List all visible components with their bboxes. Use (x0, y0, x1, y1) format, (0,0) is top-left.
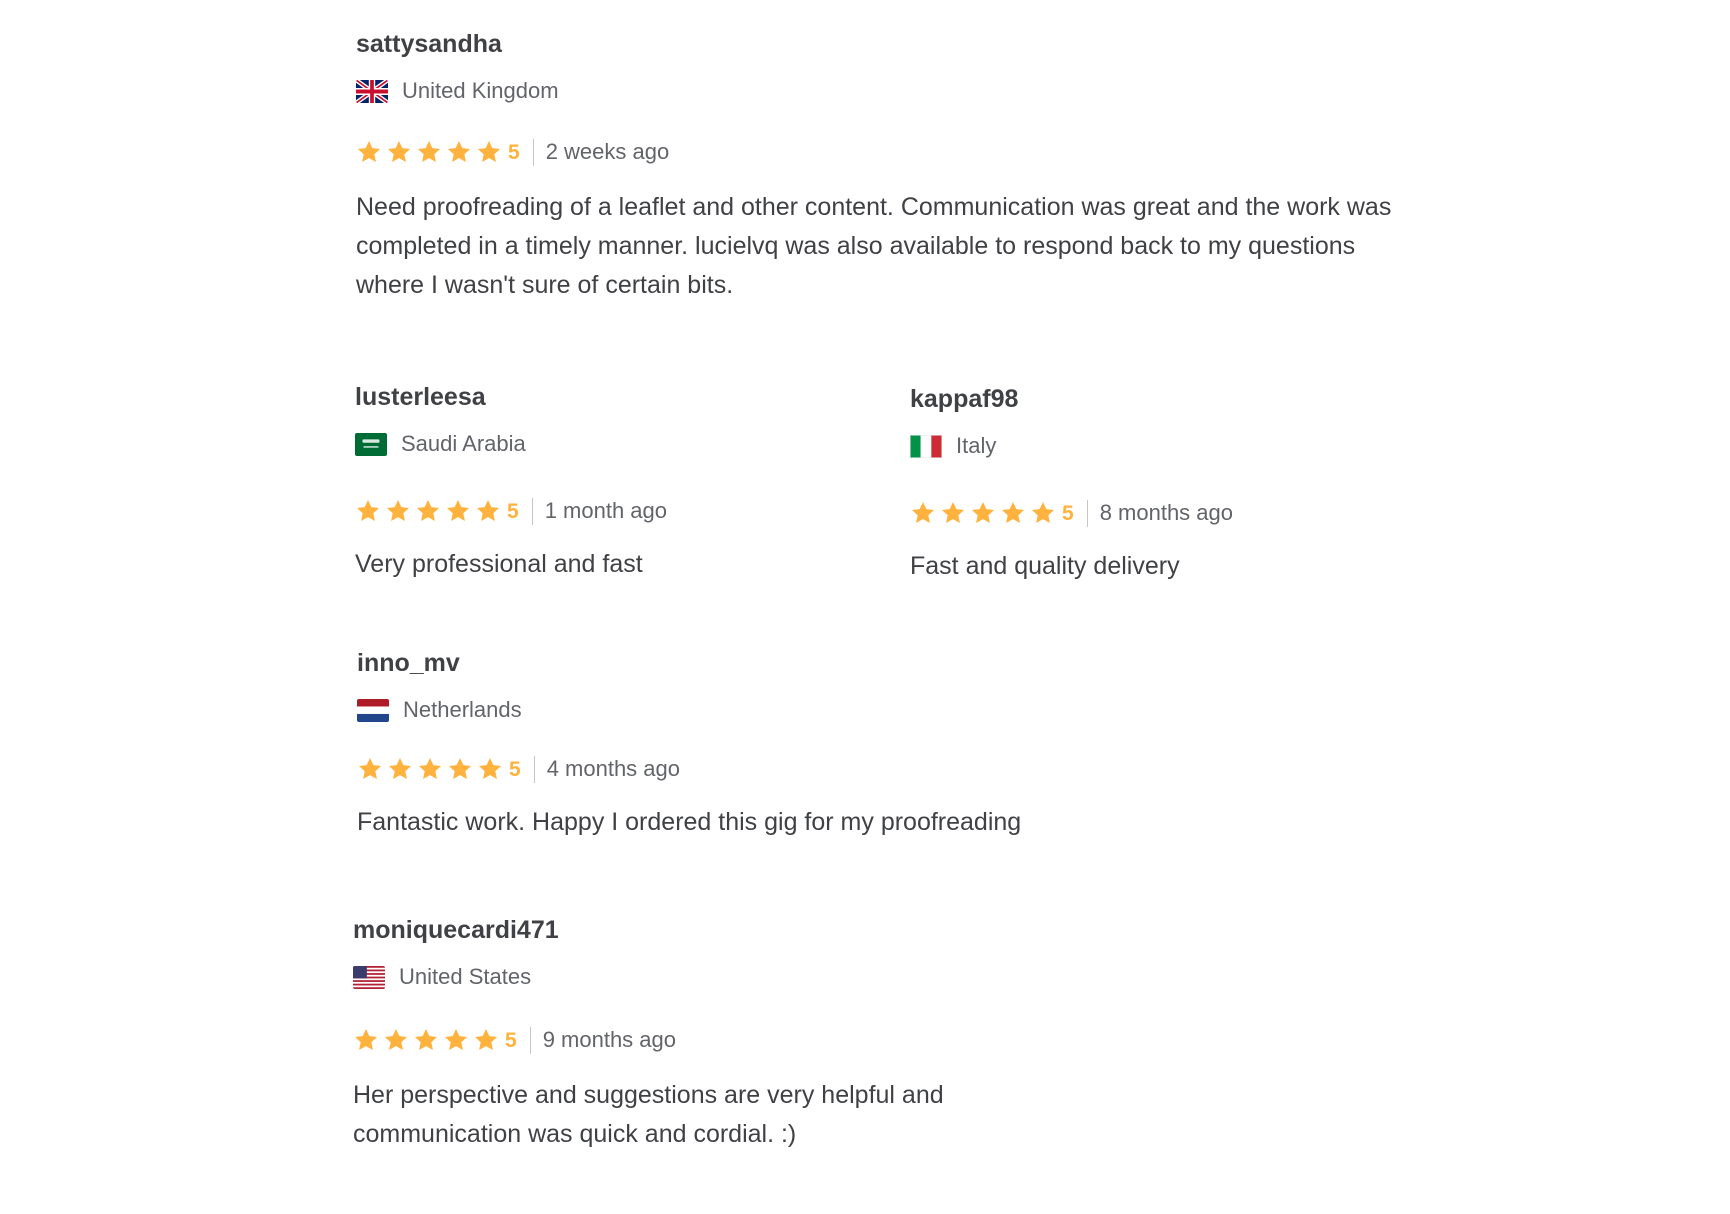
star-icon (910, 500, 936, 526)
star-icon (940, 500, 966, 526)
star-icon (1030, 500, 1056, 526)
reviewer-username[interactable]: moniquecardi471 (353, 918, 1423, 943)
usa-flag-icon (353, 965, 385, 989)
star-icon (357, 756, 383, 782)
country-name: Italy (956, 433, 997, 458)
reviewer-username[interactable]: kappaf98 (910, 387, 1430, 412)
divider (531, 497, 533, 525)
rating-score: 5 (505, 1028, 517, 1052)
saudi-arabia-flag-icon (355, 432, 387, 456)
country-name: Saudi Arabia (401, 431, 526, 456)
star-icon (473, 1027, 499, 1053)
star-rating (353, 1027, 503, 1053)
rating-score: 5 (508, 140, 520, 164)
review-time: 4 months ago (546, 756, 680, 781)
rating-score: 5 (507, 499, 519, 523)
star-icon (415, 498, 441, 524)
star-icon (383, 1027, 409, 1053)
star-icon (386, 139, 412, 165)
star-icon (476, 139, 502, 165)
review-card: sattysandha United Kingdom 5 2 weeks ago… (356, 32, 1426, 305)
reviewer-country: Netherlands (357, 697, 1427, 723)
divider (1086, 499, 1088, 527)
review-time: 9 months ago (542, 1027, 676, 1052)
star-icon (475, 498, 501, 524)
review-time: 2 weeks ago (545, 139, 670, 164)
rating-row: 5 9 months ago (353, 1026, 1423, 1054)
star-icon (1000, 500, 1026, 526)
reviewer-country: Saudi Arabia (355, 431, 875, 457)
star-icon (447, 756, 473, 782)
review-text: Fantastic work. Happy I ordered this gig… (357, 808, 1022, 836)
rating-score: 5 (1062, 501, 1074, 525)
review-text: Need proofreading of a leaflet and other… (356, 193, 1392, 299)
review-card: lusterleesa Saudi Arabia 5 1 month ago V… (355, 385, 875, 584)
star-icon (385, 498, 411, 524)
star-icon (417, 756, 443, 782)
star-rating (356, 139, 506, 165)
review-time: 8 months ago (1099, 500, 1233, 525)
rating-row: 5 8 months ago (910, 499, 1430, 527)
star-icon (387, 756, 413, 782)
review-card: moniquecardi471 United States 5 9 months… (353, 918, 1423, 1154)
rating-row: 5 4 months ago (357, 755, 1427, 783)
review-text: Her perspective and suggestions are very… (353, 1081, 944, 1148)
country-name: United States (399, 964, 532, 989)
review-text: Very professional and fast (355, 550, 643, 578)
star-icon (443, 1027, 469, 1053)
review-text: Fast and quality delivery (910, 552, 1180, 580)
star-icon (970, 500, 996, 526)
reviewer-country: United Kingdom (356, 78, 1426, 104)
star-icon (445, 498, 471, 524)
star-icon (353, 1027, 379, 1053)
star-rating (355, 498, 505, 524)
star-icon (356, 139, 382, 165)
star-icon (446, 139, 472, 165)
divider (532, 138, 534, 166)
star-icon (477, 756, 503, 782)
reviewer-country: United States (353, 964, 1423, 990)
italy-flag-icon (910, 434, 942, 458)
reviewer-username[interactable]: sattysandha (356, 32, 1426, 57)
reviewer-country: Italy (910, 433, 1430, 459)
star-rating (357, 756, 507, 782)
star-icon (355, 498, 381, 524)
star-icon (413, 1027, 439, 1053)
reviewer-username[interactable]: lusterleesa (355, 385, 875, 410)
review-time: 1 month ago (544, 498, 667, 523)
uk-flag-icon (356, 79, 388, 103)
reviewer-username[interactable]: inno_mv (357, 651, 1427, 676)
review-card: kappaf98 Italy 5 8 months ago Fast and q… (910, 387, 1430, 586)
divider (533, 755, 535, 783)
divider (529, 1026, 531, 1054)
review-card: inno_mv Netherlands 5 4 months ago Fanta… (357, 651, 1427, 842)
rating-row: 5 1 month ago (355, 497, 875, 525)
country-name: United Kingdom (402, 78, 559, 103)
rating-row: 5 2 weeks ago (356, 138, 1426, 166)
netherlands-flag-icon (357, 698, 389, 722)
country-name: Netherlands (403, 697, 522, 722)
star-rating (910, 500, 1060, 526)
star-icon (416, 139, 442, 165)
rating-score: 5 (509, 757, 521, 781)
